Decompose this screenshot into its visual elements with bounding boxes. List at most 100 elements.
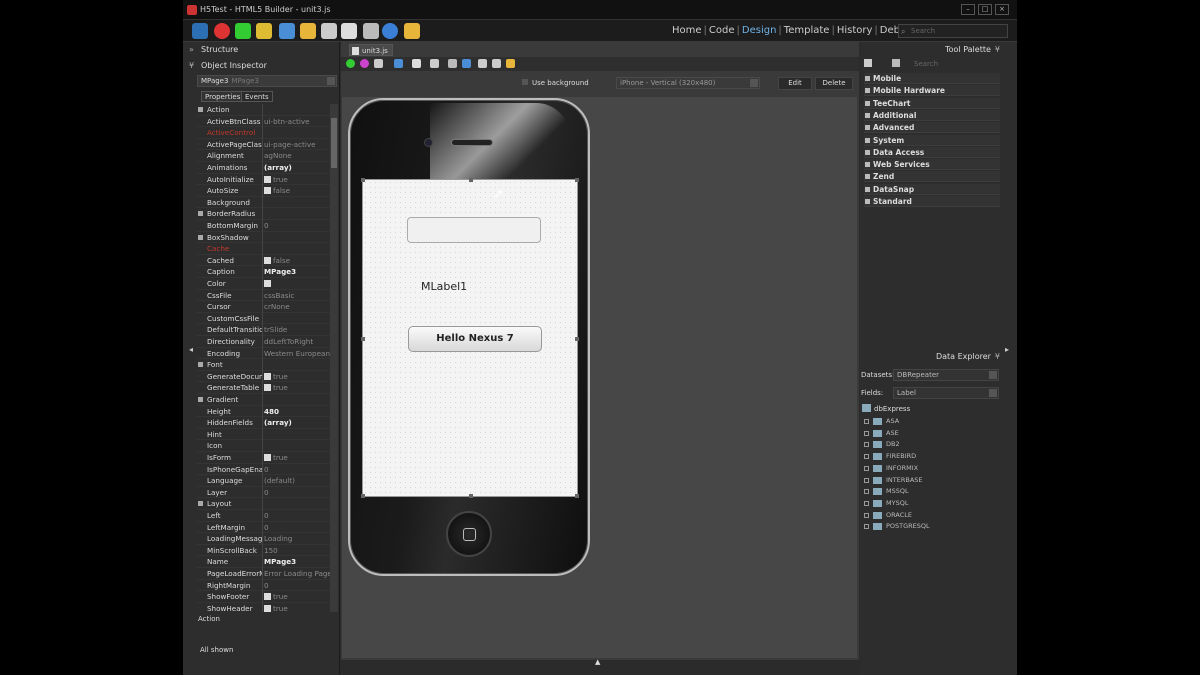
resize-handle[interactable] bbox=[575, 494, 579, 498]
pointer-icon[interactable] bbox=[892, 59, 900, 67]
checkbox-icon[interactable] bbox=[264, 384, 271, 392]
palette-category[interactable]: Data Access bbox=[864, 146, 1000, 158]
palette-category[interactable]: Mobile Hardware bbox=[864, 85, 1000, 97]
property-row[interactable]: ActiveBtnClass ui-btn-active bbox=[197, 116, 331, 128]
properties-icon[interactable] bbox=[448, 59, 457, 68]
property-row[interactable]: AutoInitialize true bbox=[197, 174, 331, 186]
property-value[interactable]: Western European bbox=[264, 348, 331, 359]
expand-icon[interactable] bbox=[864, 500, 869, 506]
run-icon[interactable] bbox=[341, 23, 357, 39]
size-icon[interactable] bbox=[412, 59, 421, 68]
expand-icon[interactable] bbox=[864, 419, 869, 424]
property-row[interactable]: Caption MPage3 bbox=[197, 266, 331, 278]
minimize-button[interactable]: – bbox=[961, 4, 975, 15]
property-value[interactable]: 150 bbox=[264, 545, 331, 556]
expand-icon[interactable] bbox=[198, 362, 203, 368]
mirror-icon[interactable] bbox=[492, 59, 501, 68]
resize-handle[interactable] bbox=[469, 178, 473, 182]
property-row[interactable]: Hint bbox=[197, 429, 331, 441]
palette-category[interactable]: System bbox=[864, 134, 1000, 146]
property-row[interactable]: Cache bbox=[197, 243, 331, 255]
db-tree-item[interactable]: FIREBIRD bbox=[864, 451, 916, 462]
property-value[interactable]: ui-page-active bbox=[264, 139, 331, 150]
tab-events[interactable]: Events bbox=[241, 91, 273, 102]
tools-icon[interactable] bbox=[363, 23, 379, 39]
property-value[interactable]: false bbox=[264, 255, 331, 266]
checkbox-icon[interactable] bbox=[264, 372, 271, 380]
property-value[interactable]: ddLeftToRight bbox=[264, 336, 331, 347]
property-divider[interactable] bbox=[262, 104, 263, 612]
property-row[interactable]: RightMargin 0 bbox=[197, 580, 331, 592]
expand-icon[interactable] bbox=[198, 234, 203, 240]
checkbox-icon[interactable] bbox=[264, 604, 271, 612]
palette-category[interactable]: TeeChart bbox=[864, 97, 1000, 109]
resize-handle[interactable] bbox=[361, 337, 365, 341]
use-background-checkbox[interactable]: Use background bbox=[522, 79, 589, 87]
property-row[interactable]: PageLoadErrorM Error Loading Page bbox=[197, 568, 331, 580]
property-row[interactable]: BoxShadow bbox=[197, 232, 331, 244]
property-row[interactable]: IsPhoneGapEnal 0 bbox=[197, 464, 331, 476]
property-value[interactable]: true bbox=[264, 603, 331, 612]
property-value[interactable]: 480 bbox=[264, 406, 331, 417]
delete-button[interactable]: Delete bbox=[815, 77, 853, 90]
close-button[interactable]: × bbox=[995, 4, 1009, 15]
html-icon[interactable] bbox=[462, 59, 471, 68]
nav-design[interactable]: Design bbox=[742, 25, 777, 36]
property-row[interactable]: Cursor crNone bbox=[197, 301, 331, 313]
property-row[interactable]: GenerateDocum true bbox=[197, 371, 331, 383]
datasets-select[interactable]: DBRepeater bbox=[893, 369, 999, 381]
maximize-button[interactable]: □ bbox=[978, 4, 992, 15]
property-row[interactable]: LeftMargin 0 bbox=[197, 522, 331, 534]
property-row[interactable]: ShowFooter true bbox=[197, 591, 331, 603]
property-value[interactable]: 0 bbox=[264, 522, 331, 533]
structure-header[interactable]: » Structure bbox=[183, 43, 340, 57]
db-tree-root[interactable]: dbExpress bbox=[862, 404, 910, 413]
property-value[interactable]: trSlide bbox=[264, 324, 331, 335]
tab-unit3[interactable]: unit3.js bbox=[349, 44, 393, 56]
property-row[interactable]: HiddenFields (array) bbox=[197, 417, 331, 429]
add-icon[interactable] bbox=[346, 59, 355, 68]
expand-icon[interactable] bbox=[198, 501, 203, 507]
expand-icon[interactable] bbox=[198, 211, 203, 217]
db-tree-item[interactable]: POSTGRESQL bbox=[864, 521, 930, 532]
resize-handle[interactable] bbox=[361, 178, 365, 182]
db-tree-item[interactable]: ORACLE bbox=[864, 510, 912, 521]
property-row[interactable]: IsForm true bbox=[197, 452, 331, 464]
property-value[interactable]: 0 bbox=[264, 487, 331, 498]
palette-category[interactable]: Additional bbox=[864, 109, 1000, 121]
collapse-left-icon[interactable]: ◂ bbox=[189, 345, 193, 354]
db-tree-item[interactable]: ASA bbox=[864, 416, 899, 427]
expand-icon[interactable] bbox=[864, 430, 869, 436]
nav-history[interactable]: History bbox=[837, 25, 873, 36]
property-value[interactable]: 0 bbox=[264, 580, 331, 591]
property-value[interactable]: true bbox=[264, 452, 331, 463]
palette-category[interactable]: Web Services bbox=[864, 159, 1000, 171]
collapse-right-icon[interactable]: ▸ bbox=[1005, 345, 1009, 354]
property-value[interactable]: MPage3 bbox=[264, 266, 331, 277]
property-value[interactable]: ui-btn-active bbox=[264, 116, 331, 127]
property-value[interactable]: crNone bbox=[264, 301, 331, 312]
palette-category[interactable]: Mobile bbox=[864, 73, 1000, 84]
nav-template[interactable]: Template bbox=[784, 25, 830, 36]
lock-icon[interactable] bbox=[506, 59, 515, 68]
property-row[interactable]: GenerateTable true bbox=[197, 382, 331, 394]
property-value[interactable]: (array) bbox=[264, 162, 331, 173]
property-value[interactable]: (array) bbox=[264, 417, 331, 428]
property-row[interactable]: Left 0 bbox=[197, 510, 331, 522]
property-row[interactable]: DefaultTransitio trSlide bbox=[197, 324, 331, 336]
expand-icon[interactable] bbox=[198, 397, 203, 402]
color-icon[interactable] bbox=[360, 59, 369, 68]
all-shown-label[interactable]: All shown bbox=[200, 646, 233, 654]
property-value[interactable]: 0 bbox=[264, 464, 331, 475]
object-selector[interactable]: MPage3 MPage3 bbox=[197, 75, 337, 87]
property-row[interactable]: ActiveControl bbox=[197, 127, 331, 139]
property-row[interactable]: Name MPage3 bbox=[197, 556, 331, 568]
property-row[interactable]: AutoSize false bbox=[197, 185, 331, 197]
nav-home[interactable]: Home bbox=[672, 25, 702, 36]
resize-handle[interactable] bbox=[575, 178, 579, 182]
expand-icon[interactable] bbox=[864, 477, 869, 483]
property-value[interactable]: true bbox=[264, 174, 331, 185]
property-value[interactable]: Error Loading Page bbox=[264, 568, 331, 579]
grid-icon[interactable] bbox=[279, 23, 295, 39]
palette-search-input[interactable]: Search bbox=[906, 58, 1002, 70]
